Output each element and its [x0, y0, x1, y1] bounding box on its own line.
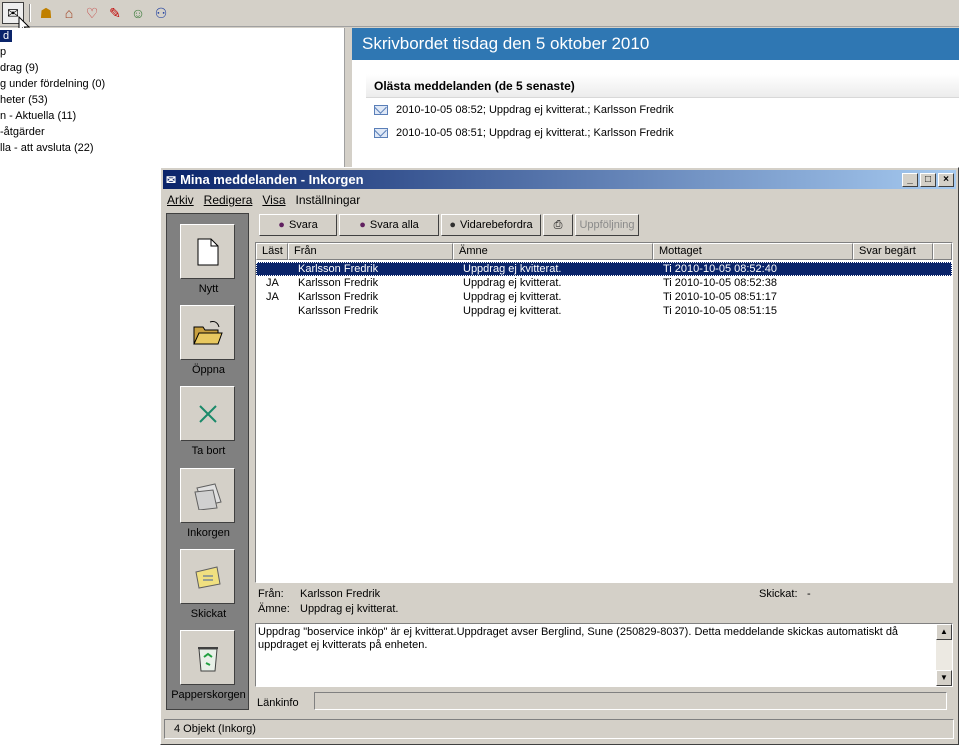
menu-bar: Arkiv Redigera Visa Inställningar	[161, 191, 958, 209]
forward-icon: ●	[449, 219, 457, 231]
column-header-subject[interactable]: Ämne	[453, 243, 653, 260]
from-value: Karlsson Fredrik	[300, 588, 381, 600]
person-button[interactable]: ☺	[127, 2, 149, 24]
message-row[interactable]: JA Karlsson Fredrik Uppdrag ej kvitterat…	[256, 276, 952, 290]
unread-message[interactable]: 2010-10-05 08:52; Uppdrag ej kvitterat.;…	[374, 98, 959, 121]
menu-arkiv[interactable]: Arkiv	[167, 193, 194, 207]
message-row[interactable]: JA Karlsson Fredrik Uppdrag ej kvitterat…	[256, 290, 952, 304]
sent-label: Skickat	[190, 608, 227, 620]
envelope-icon	[374, 127, 388, 138]
tree-item[interactable]: d	[0, 28, 344, 44]
desktop-title: Skrivbordet tisdag den 5 oktober 2010	[352, 28, 959, 60]
inbox-button[interactable]	[180, 468, 235, 523]
sent-button[interactable]	[180, 549, 235, 604]
house-icon: ⌂	[64, 5, 74, 21]
message-list: Läst Från Ämne Mottaget Svar begärt Karl…	[255, 242, 953, 583]
mail-icon: ✉	[166, 172, 177, 187]
print-button[interactable]: ⎙	[543, 214, 573, 236]
house-button[interactable]: ⌂	[58, 2, 80, 24]
subject-value: Uppdrag ej kvitterat.	[300, 603, 399, 615]
pen-icon: ✎	[109, 4, 121, 21]
person-icon: ☺	[130, 5, 146, 21]
window-title: Mina meddelanden - Inkorgen	[180, 172, 364, 187]
menu-redigera[interactable]: Redigera	[204, 193, 253, 207]
tree-item[interactable]: lla - att avsluta (22)	[0, 140, 344, 156]
open-label: Öppna	[191, 364, 226, 376]
desktop-panel: Skrivbordet tisdag den 5 oktober 2010 Ol…	[352, 28, 959, 168]
column-header-from[interactable]: Från	[288, 243, 453, 260]
reply-button[interactable]: ● Svara	[259, 214, 337, 236]
delete-icon	[198, 404, 217, 423]
column-header-received[interactable]: Mottaget	[653, 243, 853, 260]
new-label: Nytt	[198, 283, 219, 295]
minimize-button[interactable]: _	[902, 172, 918, 187]
body-scrollbar[interactable]: ▲ ▼	[936, 624, 952, 686]
column-header-last[interactable]: Läst	[256, 243, 288, 260]
new-document-icon	[197, 238, 218, 265]
subject-label: Ämne:	[258, 603, 290, 615]
from-label: Från:	[258, 588, 284, 600]
inbox-label: Inkorgen	[187, 527, 230, 539]
message-row[interactable]: Karlsson Fredrik Uppdrag ej kvitterat. T…	[256, 262, 952, 276]
window-titlebar: ✉ Mina meddelanden - Inkorgen _ □ ×	[163, 170, 956, 189]
reply-icon: ●	[278, 219, 285, 231]
scroll-down-icon[interactable]: ▼	[936, 670, 952, 686]
delete-label: Ta bort	[191, 445, 226, 457]
people-icon: ⚇	[154, 4, 168, 21]
scroll-up-icon[interactable]: ▲	[936, 624, 952, 640]
status-bar: 4 Objekt (Inkorg)	[164, 719, 954, 739]
tree-item[interactable]: g under fördelning (0)	[0, 76, 344, 92]
group-icon: ☗	[39, 4, 53, 21]
column-header-filler	[933, 243, 952, 260]
main-toolbar: ✉ ☗ ⌂ ♡ ✎ ☺ ⚇	[0, 0, 959, 35]
sent-date-value: -	[807, 588, 811, 600]
envelope-icon	[374, 104, 388, 115]
open-folder-icon	[192, 320, 223, 344]
reply-all-icon: ●	[359, 219, 366, 231]
reply-all-button[interactable]: ● Svara alla	[339, 214, 439, 236]
maximize-button[interactable]: □	[920, 172, 936, 187]
unread-message[interactable]: 2010-10-05 08:51; Uppdrag ej kvitterat.;…	[374, 121, 959, 144]
tree-item[interactable]: p	[0, 44, 344, 60]
inbox-icon	[193, 482, 222, 510]
sent-date-label: Skickat:	[759, 588, 798, 600]
folder-sidebar: Nytt Öppna Ta bort Inkorgen Skickat Papp…	[166, 213, 249, 710]
new-button[interactable]	[180, 224, 235, 279]
heart-button[interactable]: ♡	[81, 2, 103, 24]
recycle-bin-icon	[197, 646, 218, 671]
printer-icon: ⎙	[553, 218, 563, 231]
people-button[interactable]: ⚇	[150, 2, 172, 24]
forward-button[interactable]: ● Vidarebefordra	[441, 214, 541, 236]
menu-installningar[interactable]: Inställningar	[296, 193, 361, 207]
tree-item[interactable]: -åtgärder	[0, 124, 344, 140]
column-header-reply-requested[interactable]: Svar begärt	[853, 243, 933, 260]
unread-heading: Olästa meddelanden (de 5 senaste)	[366, 74, 959, 98]
linkinfo-label: Länkinfo	[257, 697, 299, 709]
list-header: Läst Från Ämne Mottaget Svar begärt	[256, 243, 952, 260]
close-button[interactable]: ×	[938, 172, 954, 187]
trash-label: Papperskorgen	[171, 689, 246, 701]
message-body[interactable]: Uppdrag "boservice inköp" är ej kvittera…	[255, 623, 953, 687]
open-button[interactable]	[180, 305, 235, 360]
tree-item[interactable]: drag (9)	[0, 60, 344, 76]
messages-window: ✉ Mina meddelanden - Inkorgen _ □ × Arki…	[160, 167, 959, 745]
delete-button[interactable]	[180, 386, 235, 441]
sent-icon	[194, 565, 221, 589]
group-button[interactable]: ☗	[35, 2, 57, 24]
follow-up-button[interactable]: Uppföljning	[575, 214, 639, 236]
linkinfo-field[interactable]	[314, 692, 947, 710]
heart-icon: ♡	[85, 4, 99, 21]
tree-item[interactable]: n - Aktuella (11)	[0, 108, 344, 124]
message-row[interactable]: Karlsson Fredrik Uppdrag ej kvitterat. T…	[256, 304, 952, 318]
pen-button[interactable]: ✎	[104, 2, 126, 24]
menu-visa[interactable]: Visa	[262, 193, 285, 207]
trash-button[interactable]	[180, 630, 235, 685]
tree-item[interactable]: heter (53)	[0, 92, 344, 108]
